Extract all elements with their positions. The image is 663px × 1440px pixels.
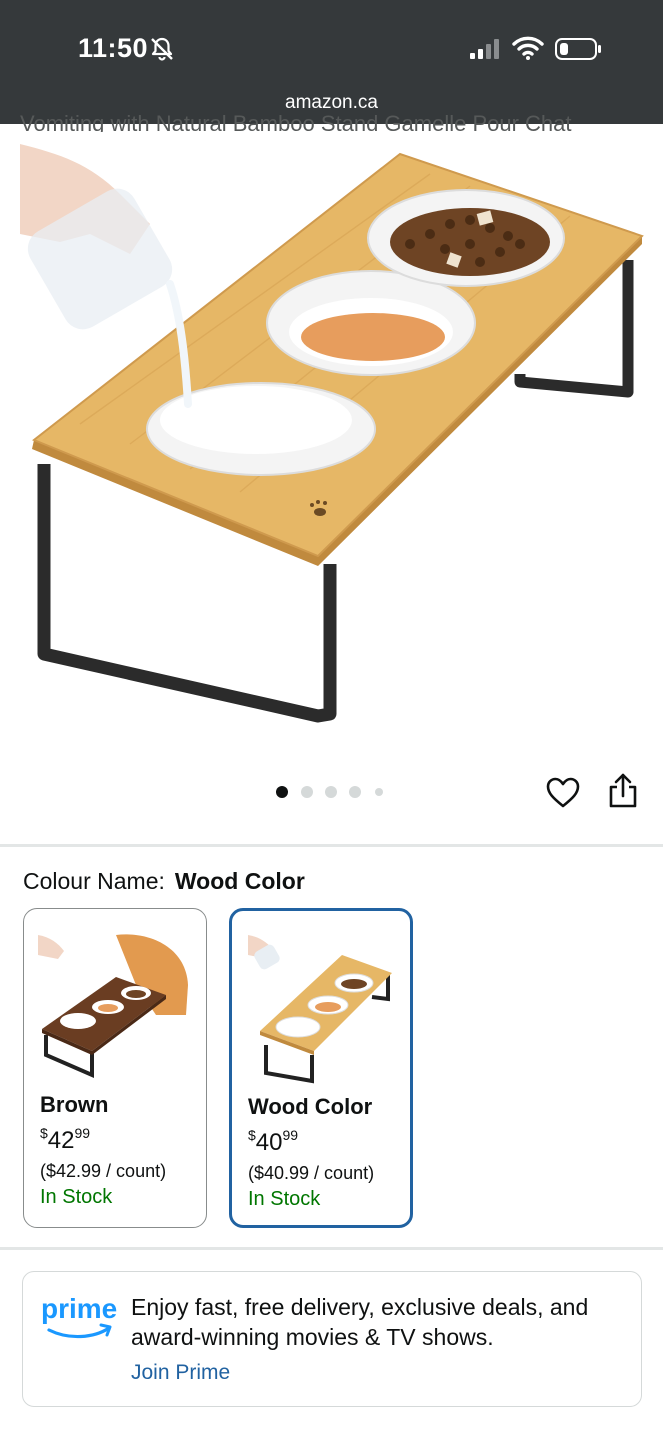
variant-card-wood-color[interactable]: Wood Color $4099 ($40.99 / count) In Sto…: [229, 908, 413, 1228]
wifi-icon: [512, 36, 544, 60]
variant-card-brown[interactable]: Brown $4299 ($42.99 / count) In Stock: [23, 908, 207, 1228]
svg-text:prime: prime: [41, 1293, 117, 1324]
carousel-dot[interactable]: [325, 786, 337, 798]
section-divider: [0, 844, 663, 847]
carousel-dot[interactable]: [301, 786, 313, 798]
variant-name: Wood Color: [248, 1094, 373, 1119]
image-carousel-dots[interactable]: [276, 784, 386, 800]
carousel-dot[interactable]: [349, 786, 361, 798]
prime-promo-card[interactable]: prime Enjoy fast, free delivery, exclusi…: [22, 1271, 642, 1407]
signal-icon: [470, 39, 499, 59]
carousel-dot[interactable]: [375, 788, 383, 796]
share-icon[interactable]: [606, 772, 640, 810]
status-time: 11:50: [78, 33, 149, 63]
colour-name-label: Colour Name: Wood Color: [23, 868, 305, 894]
join-prime-link[interactable]: Join Prime: [131, 1361, 230, 1385]
variant-price: $4299: [40, 1125, 91, 1154]
variant-unit-price: ($40.99 / count): [248, 1163, 375, 1183]
section-divider: [0, 1247, 663, 1250]
prime-logo: prime: [41, 1293, 117, 1339]
variant-stock-status: In Stock: [40, 1186, 113, 1208]
variant-thumbnail: [248, 935, 392, 1084]
variant-thumbnail: [38, 934, 188, 1079]
bell-slash-icon: [151, 37, 173, 61]
product-image[interactable]: [0, 124, 663, 764]
heart-icon[interactable]: [546, 776, 580, 810]
prime-message: Enjoy fast, free delivery, exclusive dea…: [131, 1294, 589, 1350]
colour-selected-value: Wood Color: [174, 868, 305, 894]
variant-stock-status: In Stock: [248, 1188, 321, 1210]
variant-unit-price: ($42.99 / count): [40, 1161, 167, 1181]
variant-price: $4099: [248, 1127, 299, 1156]
status-bar: 11:50 amazon.ca: [0, 0, 663, 124]
variant-name: Brown: [40, 1092, 109, 1117]
carousel-dot[interactable]: [276, 786, 288, 798]
battery-icon: [555, 38, 601, 60]
